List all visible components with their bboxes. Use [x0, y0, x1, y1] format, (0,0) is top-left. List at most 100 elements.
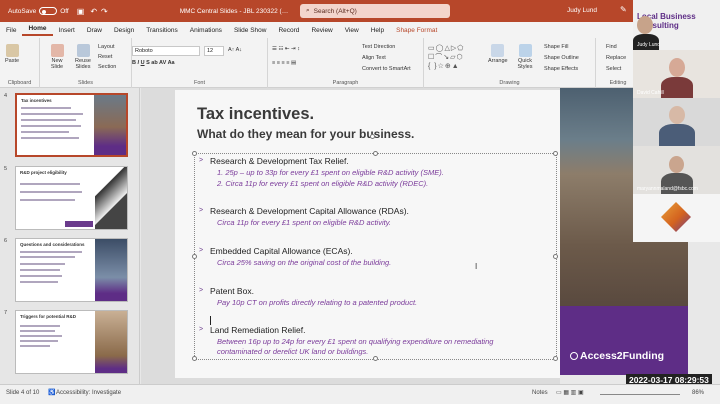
slide-counter: Slide 4 of 10: [6, 390, 40, 396]
paste-button[interactable]: Paste: [5, 44, 19, 64]
resize-handle[interactable]: [192, 254, 197, 259]
incentive-detail: 2. Circa 11p for every £1 spent on eligi…: [217, 179, 429, 188]
slide-subtitle[interactable]: What do they mean for your business.: [197, 127, 414, 141]
autosave-state: Off: [60, 7, 69, 15]
tab-slide-show[interactable]: Slide Show: [228, 27, 273, 34]
thumb-number: 5: [4, 166, 8, 172]
align-text-button[interactable]: Align Text: [362, 55, 386, 61]
reset-button[interactable]: Reset: [98, 54, 112, 60]
accessibility-status[interactable]: Accessibility: Investigate: [56, 390, 121, 396]
incentive-detail: Between 16p up to 24p for every £1 spent…: [217, 337, 494, 346]
font-name-field[interactable]: Roboto: [132, 46, 200, 56]
search-box[interactable]: ⌕ Search (Alt+Q): [300, 4, 450, 18]
redo-icon[interactable]: ↷: [101, 7, 108, 16]
tab-insert[interactable]: Insert: [53, 27, 81, 34]
incentive-detail: Circa 25% saving on the original cost of…: [217, 258, 392, 267]
thumb-number: 6: [4, 238, 8, 244]
incentive-heading: Patent Box.: [210, 286, 254, 296]
incentive-detail: contaminated or derelict UK land or buil…: [217, 347, 369, 356]
resize-handle[interactable]: [553, 254, 558, 259]
slide-title[interactable]: Tax incentives.: [197, 105, 314, 124]
tab-review[interactable]: Review: [305, 27, 338, 34]
resize-handle[interactable]: [553, 356, 558, 361]
reuse-slides-button[interactable]: Reuse Slides: [72, 44, 94, 70]
participant-video-1[interactable]: Local Business Consulting Judy Lund: [633, 0, 720, 50]
accessibility-icon: ♿: [48, 390, 56, 396]
tab-draw[interactable]: Draw: [81, 27, 108, 34]
shape-effects-button[interactable]: Shape Effects: [544, 66, 578, 72]
shape-outline-button[interactable]: Shape Outline: [544, 55, 579, 61]
view-buttons[interactable]: ▭ ▦ ▥ ▣: [556, 389, 584, 396]
replace-button[interactable]: Replace: [606, 55, 626, 61]
group-paragraph: ☰ ☷ ⇤ ⇥ ↕ ≡ ≡ ≡ ≡ ▤ Text Direction Align…: [268, 38, 424, 88]
group-drawing: ▭◯△▷⬠ ☐⌒↘▱⬡{ }☆⊕▲ Arrange Quick Styles Sh…: [424, 38, 596, 88]
bullet-icon: >: [199, 326, 204, 333]
tab-home[interactable]: Home: [22, 25, 53, 36]
find-button[interactable]: Find: [606, 44, 617, 50]
new-slide-icon: [50, 44, 64, 57]
group-clipboard: Paste Clipboard: [0, 38, 40, 88]
document-title: MMC Central Slides - JBL 230322 (…: [179, 7, 289, 15]
shape-fill-button[interactable]: Shape Fill: [544, 44, 568, 50]
select-button[interactable]: Select: [606, 66, 621, 72]
tab-design[interactable]: Design: [108, 27, 140, 34]
ribbon: Paste Clipboard New Slide Reuse Slides L…: [0, 38, 660, 88]
group-font: Roboto 12 A↑ A↓ B I U S ab AV Aa Font: [132, 38, 268, 88]
autosave-label: AutoSave: [8, 7, 37, 15]
tab-file[interactable]: File: [0, 27, 22, 34]
body-text-box[interactable]: > Research & Development Tax Relief. 1. …: [192, 151, 558, 361]
layout-button[interactable]: Layout: [98, 44, 115, 50]
tab-transitions[interactable]: Transitions: [140, 27, 184, 34]
shapes-gallery[interactable]: ▭◯△▷⬠ ☐⌒↘▱⬡{ }☆⊕▲: [428, 44, 464, 70]
participant-video-3[interactable]: [633, 98, 720, 146]
font-size-field[interactable]: 12: [204, 46, 224, 56]
participant-video-5[interactable]: [633, 194, 720, 242]
quick-styles-icon: [518, 44, 532, 57]
participant-video-2[interactable]: David Cahill: [633, 50, 720, 98]
resize-handle[interactable]: [192, 356, 197, 361]
slide-thumbnail-7[interactable]: Triggers for potential R&D: [15, 310, 128, 374]
slide-thumbnails-pane[interactable]: 4 Tax incentives 5 R&D project eligibili…: [0, 88, 140, 384]
align-buttons[interactable]: ≡ ≡ ≡ ≡ ▤: [272, 60, 296, 66]
save-icon[interactable]: ▣: [77, 7, 85, 16]
font-size-buttons[interactable]: A↑ A↓: [228, 47, 242, 53]
resize-handle[interactable]: [192, 151, 197, 156]
smartart-button[interactable]: Convert to SmartArt: [362, 66, 411, 72]
tab-help[interactable]: Help: [365, 27, 390, 34]
text-direction-button[interactable]: Text Direction: [362, 44, 395, 50]
participant-video-4[interactable]: maryannmaland@fsbc.com: [633, 146, 720, 194]
access2funding-logo: Access2Funding: [570, 350, 664, 362]
tab-record[interactable]: Record: [272, 27, 305, 34]
resize-handle[interactable]: [553, 151, 558, 156]
undo-icon[interactable]: ↶: [90, 7, 97, 16]
title-bar: AutoSave Off ▣ ↶ ↷ MMC Central Slides - …: [0, 0, 720, 22]
ribbon-tabs: File Home Insert Draw Design Transitions…: [0, 22, 720, 38]
slide-thumbnail-4[interactable]: Tax incentives: [15, 93, 128, 157]
pen-icon[interactable]: ✎: [620, 5, 627, 14]
resize-handle[interactable]: [373, 356, 378, 361]
tab-view[interactable]: View: [339, 27, 365, 34]
quick-styles-button[interactable]: Quick Styles: [514, 44, 536, 70]
notes-button[interactable]: Notes: [532, 390, 548, 396]
reuse-slides-icon: [76, 44, 90, 57]
thumb-number: 4: [4, 93, 8, 99]
tab-shape-format[interactable]: Shape Format: [390, 27, 443, 34]
resize-handle[interactable]: [373, 151, 378, 156]
current-slide[interactable]: Tax incentives. What do they mean for yo…: [175, 90, 560, 378]
zoom-level[interactable]: 86%: [692, 390, 704, 396]
slide-thumbnail-6[interactable]: Questions and considerations: [15, 238, 128, 302]
new-slide-button[interactable]: New Slide: [46, 44, 68, 70]
participant-name: Judy Lund: [637, 42, 661, 48]
incentive-heading: Land Remediation Relief.: [210, 325, 306, 335]
rotate-handle[interactable]: [370, 134, 375, 139]
bullet-icon: >: [199, 247, 204, 254]
section-button[interactable]: Section: [98, 64, 116, 70]
list-buttons[interactable]: ☰ ☷ ⇤ ⇥ ↕: [272, 46, 300, 52]
tab-animations[interactable]: Animations: [184, 27, 228, 34]
slide-thumbnail-5[interactable]: R&D project eligibility: [15, 166, 128, 230]
font-style-buttons[interactable]: B I U S ab AV Aa: [132, 60, 175, 66]
bullet-icon: >: [199, 207, 204, 214]
autosave-toggle[interactable]: [39, 7, 58, 15]
arrange-button[interactable]: Arrange: [488, 44, 508, 64]
zoom-slider[interactable]: [600, 394, 680, 395]
